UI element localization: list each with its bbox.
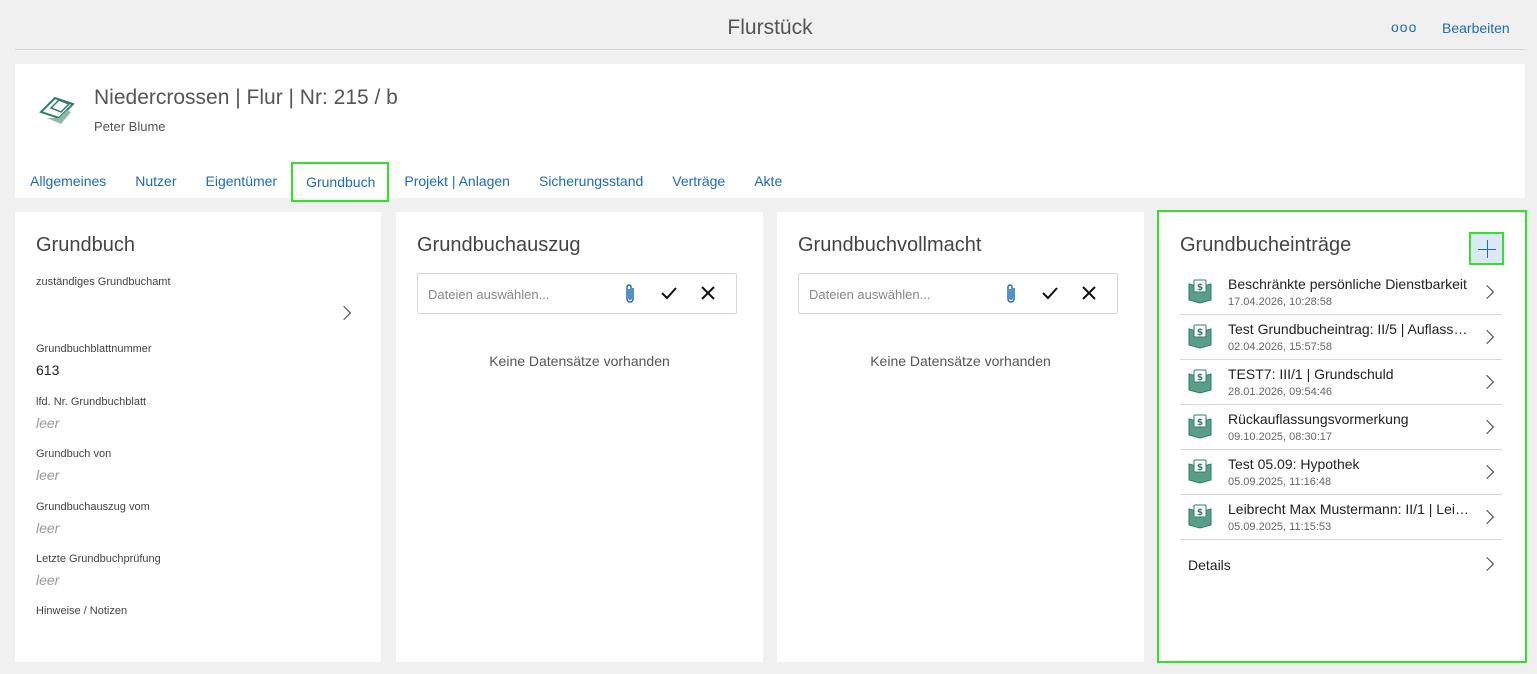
checkmark-icon[interactable] — [1041, 285, 1059, 301]
file-upload-field[interactable]: Dateien auswählen... — [798, 273, 1118, 314]
list-item[interactable]: $ Beschränkte persönliche Dienstbarkeit … — [1180, 270, 1502, 315]
checkmark-icon[interactable] — [660, 285, 678, 301]
tab-eigentuemer[interactable]: Eigentümer — [191, 164, 292, 198]
ledger-icon: $ — [1188, 279, 1212, 304]
hinweise-label: Hinweise / Notizen — [36, 605, 128, 617]
page-title: Flurstück — [727, 16, 813, 39]
ledger-icon: $ — [1188, 414, 1212, 439]
file-upload-field[interactable]: Dateien auswählen... — [417, 273, 737, 314]
grundbuch-von-label: Grundbuch von — [36, 448, 112, 460]
empty-message: Keine Datensätze vorhanden — [489, 353, 670, 369]
svg-text:$: $ — [1197, 328, 1203, 338]
tab-vertraege[interactable]: Verträge — [657, 164, 739, 198]
entry-date: 17.04.2026, 10:28:58 — [1228, 296, 1332, 308]
lfd-nr-value: leer — [36, 415, 60, 431]
blattnummer-label: Grundbuchblattnummer — [36, 343, 152, 355]
svg-text:$: $ — [1197, 418, 1203, 428]
ledger-icon: $ — [1188, 459, 1212, 484]
chevron-right-icon[interactable] — [336, 305, 352, 321]
record-title: Niedercrossen | Flur | Nr: 215 / b — [94, 86, 398, 109]
chevron-right-icon — [1479, 419, 1495, 435]
entry-date: 05.09.2025, 11:15:53 — [1228, 521, 1332, 533]
chevron-right-icon — [1479, 329, 1495, 345]
grundbuchauszug-title: Grundbuchauszug — [417, 234, 581, 256]
attach-icon[interactable] — [624, 283, 636, 305]
chevron-right-icon — [1479, 509, 1495, 525]
close-icon[interactable] — [1081, 285, 1097, 301]
entry-date: 09.10.2025, 08:30:17 — [1228, 431, 1332, 443]
ledger-icon: $ — [1188, 369, 1212, 394]
grundbuchauszug-panel: Grundbuchauszug Dateien auswählen... Kei… — [396, 212, 763, 662]
entry-date: 02.04.2026, 15:57:58 — [1228, 341, 1332, 353]
edit-button[interactable]: Bearbeiten — [1442, 20, 1510, 36]
record-header: Niedercrossen | Flur | Nr: 215 / b Peter… — [15, 64, 1525, 202]
list-item[interactable]: $ Leibrecht Max Mustermann: II/1 | Leibr… — [1180, 495, 1502, 540]
grundbuchvollmacht-title: Grundbuchvollmacht — [798, 234, 982, 256]
blattnummer-value: 613 — [36, 362, 60, 378]
attach-icon[interactable] — [1005, 283, 1017, 305]
close-icon[interactable] — [700, 285, 716, 301]
chevron-right-icon — [1479, 374, 1495, 390]
pruefung-value: leer — [36, 572, 60, 588]
tab-grundbuch[interactable]: Grundbuch — [291, 162, 390, 202]
auszug-vom-value: leer — [36, 520, 60, 536]
parcel-icon — [39, 96, 75, 124]
file-upload-placeholder: Dateien auswählen... — [809, 287, 931, 302]
svg-text:$: $ — [1197, 373, 1203, 383]
entry-title: TEST7: III/1 | Grundschuld — [1228, 366, 1394, 382]
auszug-vom-label: Grundbuchauszug vom — [36, 501, 150, 513]
tab-projekt-anlagen[interactable]: Projekt | Anlagen — [389, 164, 524, 198]
entry-title: Beschränkte persönliche Dienstbarkeit — [1228, 276, 1467, 292]
tab-akte[interactable]: Akte — [739, 164, 796, 198]
tab-bar: Allgemeines Nutzer Eigentümer Grundbuch … — [15, 162, 796, 202]
details-label: Details — [1188, 557, 1231, 573]
grundbuch-title: Grundbuch — [36, 234, 135, 256]
grundbuch-panel: Grundbuch zuständiges Grundbuchamt Grund… — [15, 212, 381, 662]
entry-title: Test 05.09: Hypothek — [1228, 456, 1360, 472]
grundbuchvollmacht-panel: Grundbuchvollmacht Dateien auswählen... … — [777, 212, 1144, 662]
svg-text:$: $ — [1197, 463, 1203, 473]
entry-title: Test Grundbucheintrag: II/5 | Auflassung… — [1228, 321, 1473, 337]
svg-text:$: $ — [1197, 508, 1203, 518]
grundbucheintraege-panel: Grundbucheinträge $ Beschränkte persönli… — [1157, 210, 1527, 663]
chevron-right-icon — [1479, 556, 1495, 572]
entry-date: 28.01.2026, 09:54:46 — [1228, 386, 1332, 398]
pruefung-label: Letzte Grundbuchprüfung — [36, 553, 161, 565]
ledger-icon: $ — [1188, 324, 1212, 349]
empty-message: Keine Datensätze vorhanden — [870, 353, 1051, 369]
add-entry-button[interactable] — [1469, 232, 1504, 265]
record-subtitle: Peter Blume — [94, 119, 166, 134]
grundbucheintraege-title: Grundbucheinträge — [1180, 234, 1352, 256]
chevron-right-icon — [1479, 284, 1495, 300]
list-item[interactable]: $ Rückauflassungsvormerkung 09.10.2025, … — [1180, 405, 1502, 450]
entry-list: $ Beschränkte persönliche Dienstbarkeit … — [1180, 270, 1502, 588]
list-item[interactable]: $ Test 05.09: Hypothek 05.09.2025, 11:16… — [1180, 450, 1502, 495]
tab-allgemeines[interactable]: Allgemeines — [15, 164, 120, 198]
details-link[interactable]: Details — [1180, 540, 1502, 588]
ledger-icon: $ — [1188, 504, 1212, 529]
lfd-nr-label: lfd. Nr. Grundbuchblatt — [36, 396, 147, 408]
list-item[interactable]: $ TEST7: III/1 | Grundschuld 28.01.2026,… — [1180, 360, 1502, 405]
more-options-button[interactable]: ooo — [1391, 19, 1417, 35]
file-upload-placeholder: Dateien auswählen... — [428, 287, 550, 302]
entry-title: Rückauflassungsvormerkung — [1228, 411, 1409, 427]
grundbuch-von-value: leer — [36, 467, 60, 483]
top-bar: Flurstück ooo Bearbeiten — [15, 0, 1525, 50]
tab-sicherungsstand[interactable]: Sicherungsstand — [524, 164, 657, 198]
svg-text:$: $ — [1197, 283, 1203, 293]
entry-date: 05.09.2025, 11:16:48 — [1228, 476, 1332, 488]
list-item[interactable]: $ Test Grundbucheintrag: II/5 | Auflassu… — [1180, 315, 1502, 360]
tab-nutzer[interactable]: Nutzer — [120, 164, 190, 198]
entry-title: Leibrecht Max Mustermann: II/1 | Leibrec… — [1228, 501, 1473, 517]
chevron-right-icon — [1479, 464, 1495, 480]
grundbuchamt-label: zuständiges Grundbuchamt — [36, 276, 171, 288]
